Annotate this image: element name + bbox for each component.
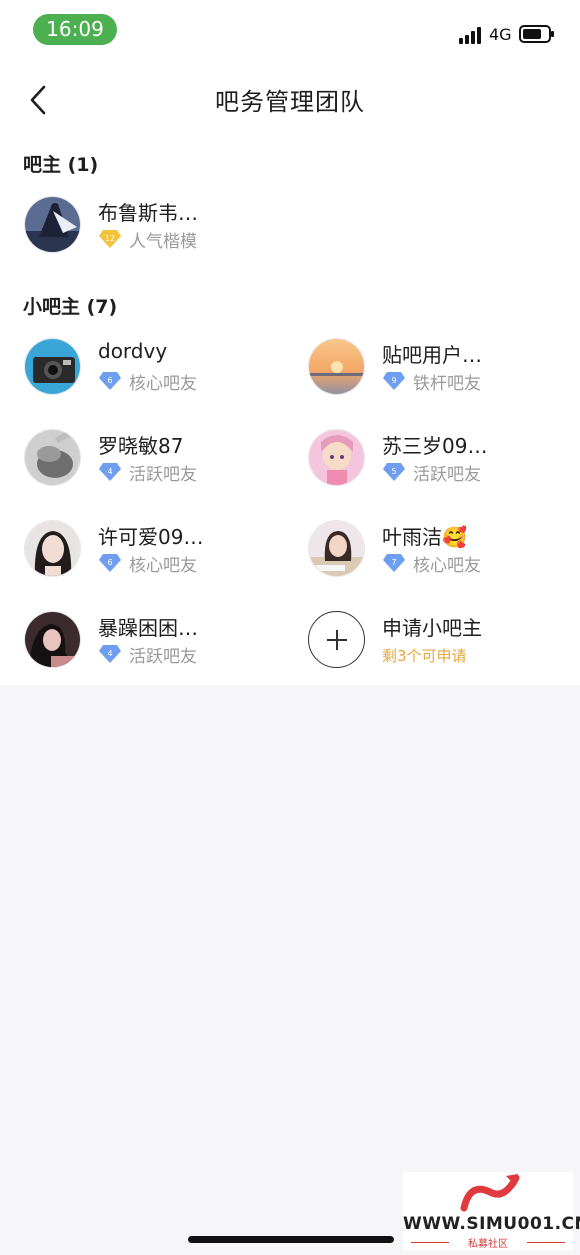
member-name: 布鲁斯韦… — [98, 201, 198, 225]
member-sub-7[interactable]: 暴躁困困… 4 活跃吧友 — [24, 610, 284, 670]
member-name: 叶雨洁🥰 — [382, 525, 467, 549]
member-sub-5[interactable]: 许可爱09… 6 核心吧友 — [24, 519, 284, 579]
status-time: 16:09 — [33, 14, 117, 45]
level-gem-icon: 6 — [99, 554, 121, 572]
member-sub-6[interactable]: 叶雨洁🥰 7 核心吧友 — [308, 519, 568, 579]
member-sub-1[interactable]: dordvy 6 核心吧友 — [24, 337, 284, 397]
member-name: 许可爱09… — [98, 525, 204, 549]
member-rank: 人气楷模 — [129, 231, 197, 252]
watermark: WWW.SIMU001.CN 私募社区 — [403, 1172, 580, 1250]
member-name: 罗晓敏87 — [98, 434, 184, 458]
member-name: 苏三岁09… — [382, 434, 488, 458]
level-gem-icon: 6 — [99, 372, 121, 390]
svg-text:9: 9 — [391, 376, 396, 385]
plus-icon — [308, 611, 365, 668]
apply-remaining: 剩3个可申请 — [382, 647, 467, 665]
svg-text:4: 4 — [107, 649, 112, 658]
watermark-url: WWW.SIMU001.CN — [403, 1214, 580, 1234]
avatar — [24, 338, 81, 395]
level-gem-icon: 4 — [99, 463, 121, 481]
member-rank: 活跃吧友 — [413, 464, 481, 485]
level-gem-icon: 7 — [383, 554, 405, 572]
member-rank: 活跃吧友 — [129, 464, 197, 485]
avatar — [308, 520, 365, 577]
member-sub-4[interactable]: 苏三岁09… 5 活跃吧友 — [308, 428, 568, 488]
member-rank: 铁杆吧友 — [413, 373, 481, 394]
page-title: 吧务管理团队 — [215, 88, 365, 116]
watermark-logo-icon — [460, 1174, 520, 1212]
home-indicator[interactable] — [188, 1236, 394, 1243]
avatar — [24, 429, 81, 486]
signal-icon — [459, 27, 481, 44]
svg-text:5: 5 — [391, 467, 396, 476]
battery-icon — [519, 25, 554, 43]
avatar — [308, 338, 365, 395]
member-rank: 核心吧友 — [129, 373, 197, 394]
apply-sub-moderator-button[interactable]: 申请小吧主 剩3个可申请 — [308, 610, 568, 670]
member-sub-2[interactable]: 贴吧用户… 9 铁杆吧友 — [308, 337, 568, 397]
member-rank: 核心吧友 — [129, 555, 197, 576]
svg-text:7: 7 — [391, 558, 396, 567]
level-gem-icon: 4 — [99, 645, 121, 663]
svg-text:6: 6 — [107, 376, 112, 385]
member-owner[interactable]: 布鲁斯韦… 12 人气楷模 — [24, 195, 284, 255]
level-gem-icon: 5 — [383, 463, 405, 481]
member-rank: 活跃吧友 — [129, 646, 197, 667]
level-gem-icon: 9 — [383, 372, 405, 390]
avatar — [24, 520, 81, 577]
svg-text:12: 12 — [105, 234, 115, 243]
member-name: dordvy — [98, 339, 168, 363]
apply-label: 申请小吧主 — [382, 616, 482, 640]
member-name: 贴吧用户… — [382, 343, 482, 367]
member-sub-3[interactable]: 罗晓敏87 4 活跃吧友 — [24, 428, 284, 488]
svg-text:4: 4 — [107, 467, 112, 476]
member-name: 暴躁困困… — [98, 616, 198, 640]
owner-section-title: 吧主 (1) — [23, 154, 99, 176]
sub-section-title: 小吧主 (7) — [23, 296, 118, 318]
network-label: 4G — [489, 25, 512, 44]
avatar — [24, 611, 81, 668]
member-rank: 核心吧友 — [413, 555, 481, 576]
level-gem-icon: 12 — [99, 230, 121, 248]
avatar — [308, 429, 365, 486]
avatar — [24, 196, 81, 253]
svg-text:6: 6 — [107, 558, 112, 567]
